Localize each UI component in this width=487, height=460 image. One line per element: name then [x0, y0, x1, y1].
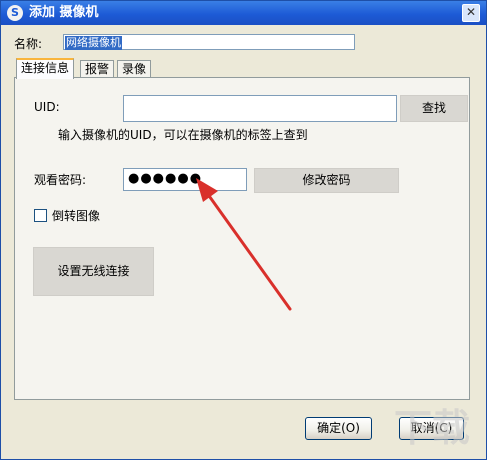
watermark-logo: 下载 — [393, 406, 470, 450]
ok-button[interactable]: 确定(O) — [305, 417, 372, 440]
tab-connection-info[interactable]: 连接信息 — [16, 58, 75, 79]
